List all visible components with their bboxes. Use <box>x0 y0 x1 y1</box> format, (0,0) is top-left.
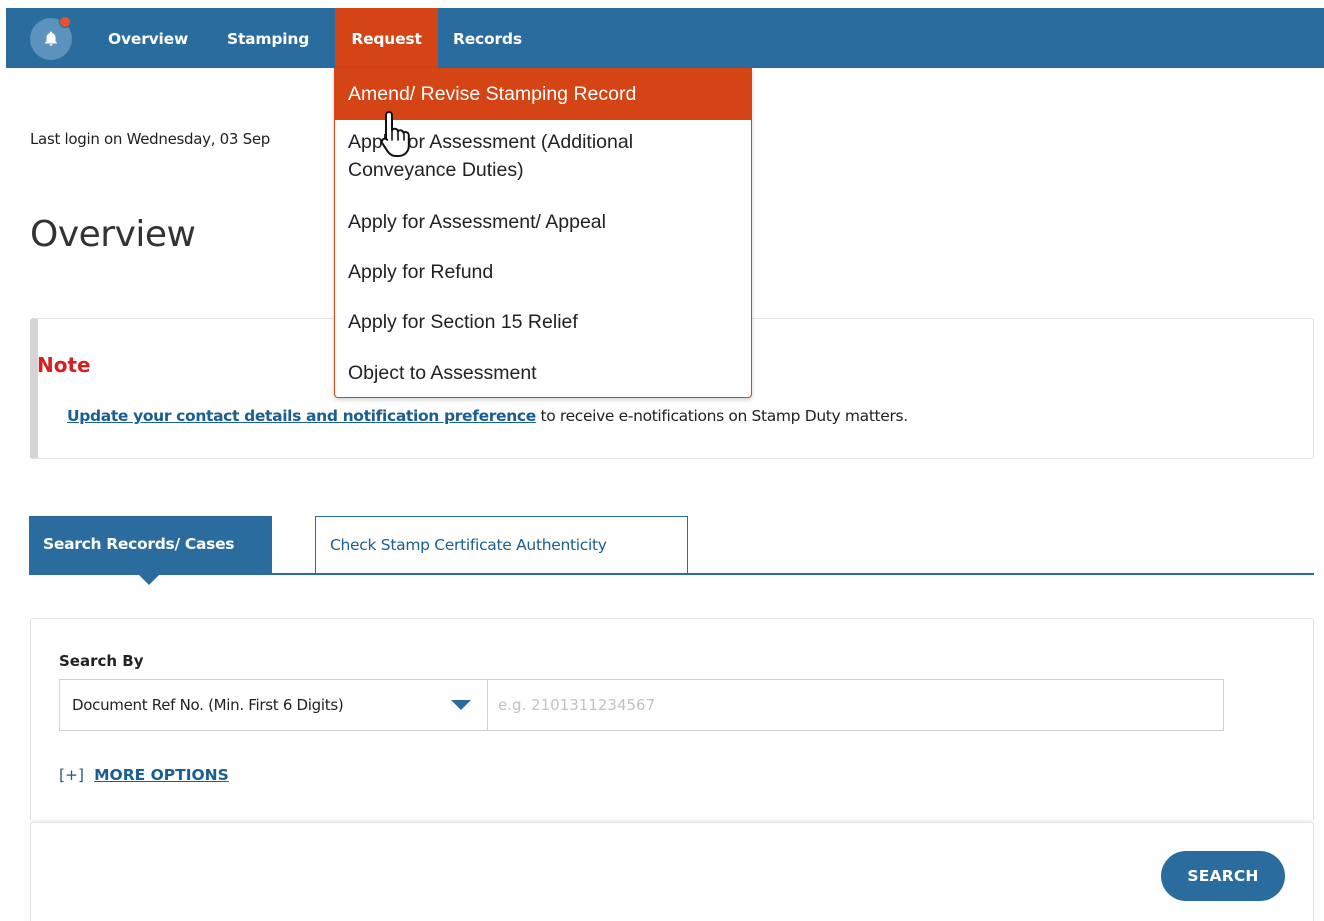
menu-item-object-assessment[interactable]: Object to Assessment <box>335 359 751 387</box>
tab-check-certificate[interactable]: Check Stamp Certificate Authenticity <box>315 516 688 573</box>
more-options-toggle[interactable]: [+] MORE OPTIONS <box>59 766 229 784</box>
menu-item-apply-assessment-appeal[interactable]: Apply for Assessment/ Appeal <box>335 208 751 236</box>
top-nav-bar <box>6 8 1324 68</box>
nav-stamping[interactable]: Stamping <box>227 8 309 68</box>
last-login-text: Last login on Wednesday, 03 Sep <box>30 130 270 148</box>
tab-search-records[interactable]: Search Records/ Cases <box>29 516 272 573</box>
menu-item-apply-section15[interactable]: Apply for Section 15 Relief <box>335 308 751 336</box>
notification-badge <box>59 16 71 28</box>
search-actions-panel <box>30 822 1314 921</box>
expand-icon: [+] <box>59 766 85 784</box>
bell-icon <box>45 31 57 46</box>
request-dropdown-menu: Amend/ Revise Stamping Record Apply for … <box>334 68 752 398</box>
search-by-label: Search By <box>59 652 144 670</box>
nav-records[interactable]: Records <box>453 8 522 68</box>
note-text: Update your contact details and notifica… <box>67 407 908 425</box>
search-by-select[interactable]: Document Ref No. (Min. First 6 Digits) <box>59 679 487 731</box>
search-input[interactable] <box>487 679 1224 731</box>
update-contact-link[interactable]: Update your contact details and notifica… <box>67 407 536 425</box>
nav-request[interactable]: Request <box>335 8 438 68</box>
page-title: Overview <box>30 214 196 255</box>
nav-overview[interactable]: Overview <box>108 8 188 68</box>
search-button[interactable]: SEARCH <box>1161 851 1285 901</box>
more-options-link[interactable]: MORE OPTIONS <box>94 766 229 784</box>
menu-item-apply-assessment-acd[interactable]: Apply for Assessment (Additional Conveya… <box>335 128 751 184</box>
tab-underline <box>29 573 1314 575</box>
menu-item-amend-revise[interactable]: Amend/ Revise Stamping Record <box>335 68 751 120</box>
note-title: Note <box>37 353 91 377</box>
chevron-down-icon[interactable] <box>451 700 471 710</box>
note-text-rest: to receive e-notifications on Stamp Duty… <box>535 407 908 425</box>
menu-item-apply-refund[interactable]: Apply for Refund <box>335 258 751 286</box>
